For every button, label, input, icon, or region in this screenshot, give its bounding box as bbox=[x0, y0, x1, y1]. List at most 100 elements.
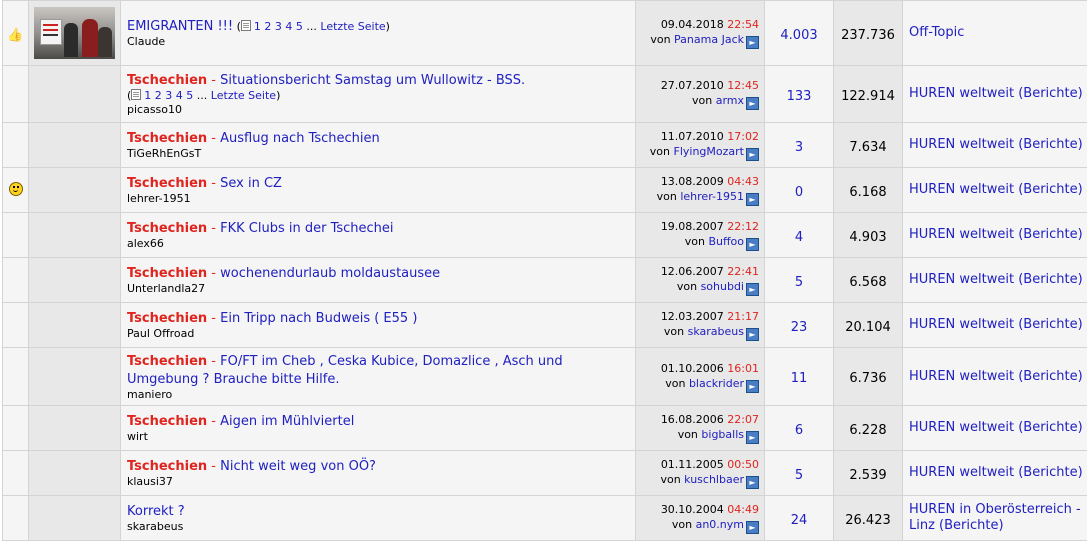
page-link[interactable]: 5 bbox=[296, 20, 303, 33]
thread-starter[interactable]: wirt bbox=[127, 430, 635, 444]
thread-title-link[interactable]: Nicht weit weg von OÖ? bbox=[220, 459, 376, 474]
goto-last-post-icon[interactable]: ► bbox=[746, 193, 759, 206]
page-link[interactable]: 4 bbox=[285, 20, 292, 33]
last-post-user[interactable]: armx bbox=[716, 94, 744, 107]
forum-link[interactable]: HUREN weltweit (Berichte) bbox=[909, 86, 1087, 102]
thread-title-cell: Tschechien - FO/FT im Cheb , Ceska Kubic… bbox=[120, 347, 636, 406]
replies-count[interactable]: 3 bbox=[795, 140, 803, 155]
forum-link[interactable]: Off-Topic bbox=[909, 25, 1087, 41]
page-link[interactable]: 3 bbox=[165, 89, 172, 102]
last-post-date: 13.08.2009 bbox=[660, 175, 724, 188]
goto-last-post-icon[interactable]: ► bbox=[746, 97, 759, 110]
forum-link[interactable]: HUREN weltweit (Berichte) bbox=[909, 227, 1087, 243]
prefix-separator: - bbox=[207, 459, 221, 474]
thread-title-link[interactable]: FKK Clubs in der Tschechei bbox=[220, 221, 393, 236]
last-post-user[interactable]: blackrider bbox=[689, 377, 744, 390]
thread-prefix[interactable]: Tschechien bbox=[127, 266, 207, 281]
thread-starter[interactable]: alex66 bbox=[127, 237, 635, 251]
thread-starter[interactable]: lehrer-1951 bbox=[127, 192, 635, 206]
thread-prefix[interactable]: Tschechien bbox=[127, 414, 207, 429]
forum-link[interactable]: HUREN weltweit (Berichte) bbox=[909, 317, 1087, 333]
page-link[interactable]: 4 bbox=[176, 89, 183, 102]
replies-cell: 23 bbox=[764, 302, 834, 348]
last-post-user[interactable]: Buffoo bbox=[708, 235, 744, 248]
goto-last-post-icon[interactable]: ► bbox=[746, 36, 759, 49]
last-post-user[interactable]: Panama Jack bbox=[674, 33, 744, 46]
thread-starter[interactable]: Claude bbox=[127, 35, 635, 49]
smiley-icon bbox=[8, 181, 23, 196]
thread-starter[interactable]: maniero bbox=[127, 388, 635, 402]
goto-last-post-icon[interactable]: ► bbox=[746, 238, 759, 251]
page-link[interactable]: 5 bbox=[186, 89, 193, 102]
last-post-cell: 01.10.2006 16:01 von blackrider ► bbox=[635, 347, 765, 406]
forum-link[interactable]: HUREN weltweit (Berichte) bbox=[909, 272, 1087, 288]
thread-title-link[interactable]: Ausflug nach Tschechien bbox=[220, 131, 380, 146]
replies-count[interactable]: 5 bbox=[795, 468, 803, 483]
last-page-link[interactable]: Letzte Seite bbox=[320, 20, 385, 33]
goto-last-post-icon[interactable]: ► bbox=[746, 521, 759, 534]
goto-last-post-icon[interactable]: ► bbox=[746, 328, 759, 341]
goto-last-post-icon[interactable]: ► bbox=[746, 379, 759, 393]
thread-title-link[interactable]: Korrekt ? bbox=[127, 504, 185, 519]
last-post-date: 27.07.2010 bbox=[660, 79, 724, 92]
thread-starter[interactable]: picasso10 bbox=[127, 103, 635, 117]
views-count: 6.168 bbox=[849, 184, 887, 200]
replies-count[interactable]: 11 bbox=[791, 371, 808, 386]
last-post-user[interactable]: an0.nym bbox=[696, 518, 744, 531]
last-post-date: 12.03.2007 bbox=[660, 310, 724, 323]
thread-starter[interactable]: klausi37 bbox=[127, 475, 635, 489]
thread-prefix[interactable]: Tschechien bbox=[127, 459, 207, 474]
forum-link[interactable]: HUREN weltweit (Berichte) bbox=[909, 182, 1087, 198]
last-post-user[interactable]: sohubdi bbox=[701, 280, 744, 293]
goto-last-post-icon[interactable]: ► bbox=[746, 476, 759, 489]
goto-last-post-icon[interactable]: ► bbox=[746, 283, 759, 296]
replies-count[interactable]: 24 bbox=[791, 513, 808, 528]
forum-link[interactable]: HUREN weltweit (Berichte) bbox=[909, 137, 1087, 153]
thread-prefix[interactable]: Tschechien bbox=[127, 221, 207, 236]
goto-last-post-icon[interactable]: ► bbox=[746, 431, 759, 444]
thread-thumbnail-image[interactable] bbox=[34, 7, 115, 59]
last-post-user[interactable]: skarabeus bbox=[688, 325, 744, 338]
thread-title-link[interactable]: EMIGRANTEN !!! bbox=[127, 19, 233, 34]
forum-link[interactable]: HUREN weltweit (Berichte) bbox=[909, 465, 1087, 481]
replies-cell: 4.003 bbox=[764, 0, 834, 66]
thread-title-link[interactable]: Aigen im Mühlviertel bbox=[220, 414, 354, 429]
last-post-user[interactable]: kuschlbaer bbox=[684, 473, 744, 486]
thread-prefix[interactable]: Tschechien bbox=[127, 176, 207, 191]
goto-last-post-icon[interactable]: ► bbox=[746, 148, 759, 161]
thread-prefix[interactable]: Tschechien bbox=[127, 354, 207, 369]
last-post-user[interactable]: lehrer-1951 bbox=[680, 190, 744, 203]
thread-starter[interactable]: skarabeus bbox=[127, 520, 635, 534]
replies-count[interactable]: 4.003 bbox=[780, 28, 817, 43]
forum-link[interactable]: HUREN weltweit (Berichte) bbox=[909, 420, 1087, 436]
replies-cell: 5 bbox=[764, 257, 834, 303]
last-page-link[interactable]: Letzte Seite bbox=[211, 89, 276, 102]
thread-prefix[interactable]: Tschechien bbox=[127, 131, 207, 146]
page-link[interactable]: 1 bbox=[254, 20, 261, 33]
thread-title-link[interactable]: Situationsbericht Samstag um Wullowitz -… bbox=[220, 73, 525, 88]
thread-row: Tschechien - Aigen im Mühlviertel wirt 1… bbox=[2, 405, 1087, 451]
replies-count[interactable]: 23 bbox=[791, 320, 808, 335]
forum-link[interactable]: HUREN in Oberösterreich - Linz (Berichte… bbox=[909, 502, 1087, 534]
thread-prefix[interactable]: Tschechien bbox=[127, 311, 207, 326]
page-link[interactable]: 2 bbox=[264, 20, 271, 33]
page-link[interactable]: 2 bbox=[155, 89, 162, 102]
replies-count[interactable]: 0 bbox=[795, 185, 803, 200]
thread-title-link[interactable]: Sex in CZ bbox=[220, 176, 282, 191]
thread-title-link[interactable]: wochenendurlaub moldaustausee bbox=[220, 266, 440, 281]
replies-count[interactable]: 133 bbox=[787, 89, 812, 104]
forum-cell: HUREN weltweit (Berichte) bbox=[902, 122, 1087, 168]
page-link[interactable]: 1 bbox=[144, 89, 151, 102]
last-post-user[interactable]: FlyingMozart bbox=[674, 145, 744, 158]
thread-starter[interactable]: Unterlandla27 bbox=[127, 282, 635, 296]
replies-count[interactable]: 4 bbox=[795, 230, 803, 245]
page-link[interactable]: 3 bbox=[275, 20, 282, 33]
thread-title-link[interactable]: Ein Tripp nach Budweis ( E55 ) bbox=[220, 311, 417, 326]
last-post-user[interactable]: bigballs bbox=[701, 428, 744, 441]
forum-link[interactable]: HUREN weltweit (Berichte) bbox=[909, 369, 1087, 385]
thread-starter[interactable]: TiGeRhEnGsT bbox=[127, 147, 635, 161]
replies-count[interactable]: 6 bbox=[795, 423, 803, 438]
thread-starter[interactable]: Paul Offroad bbox=[127, 327, 635, 341]
thread-prefix[interactable]: Tschechien bbox=[127, 73, 207, 88]
replies-count[interactable]: 5 bbox=[795, 275, 803, 290]
